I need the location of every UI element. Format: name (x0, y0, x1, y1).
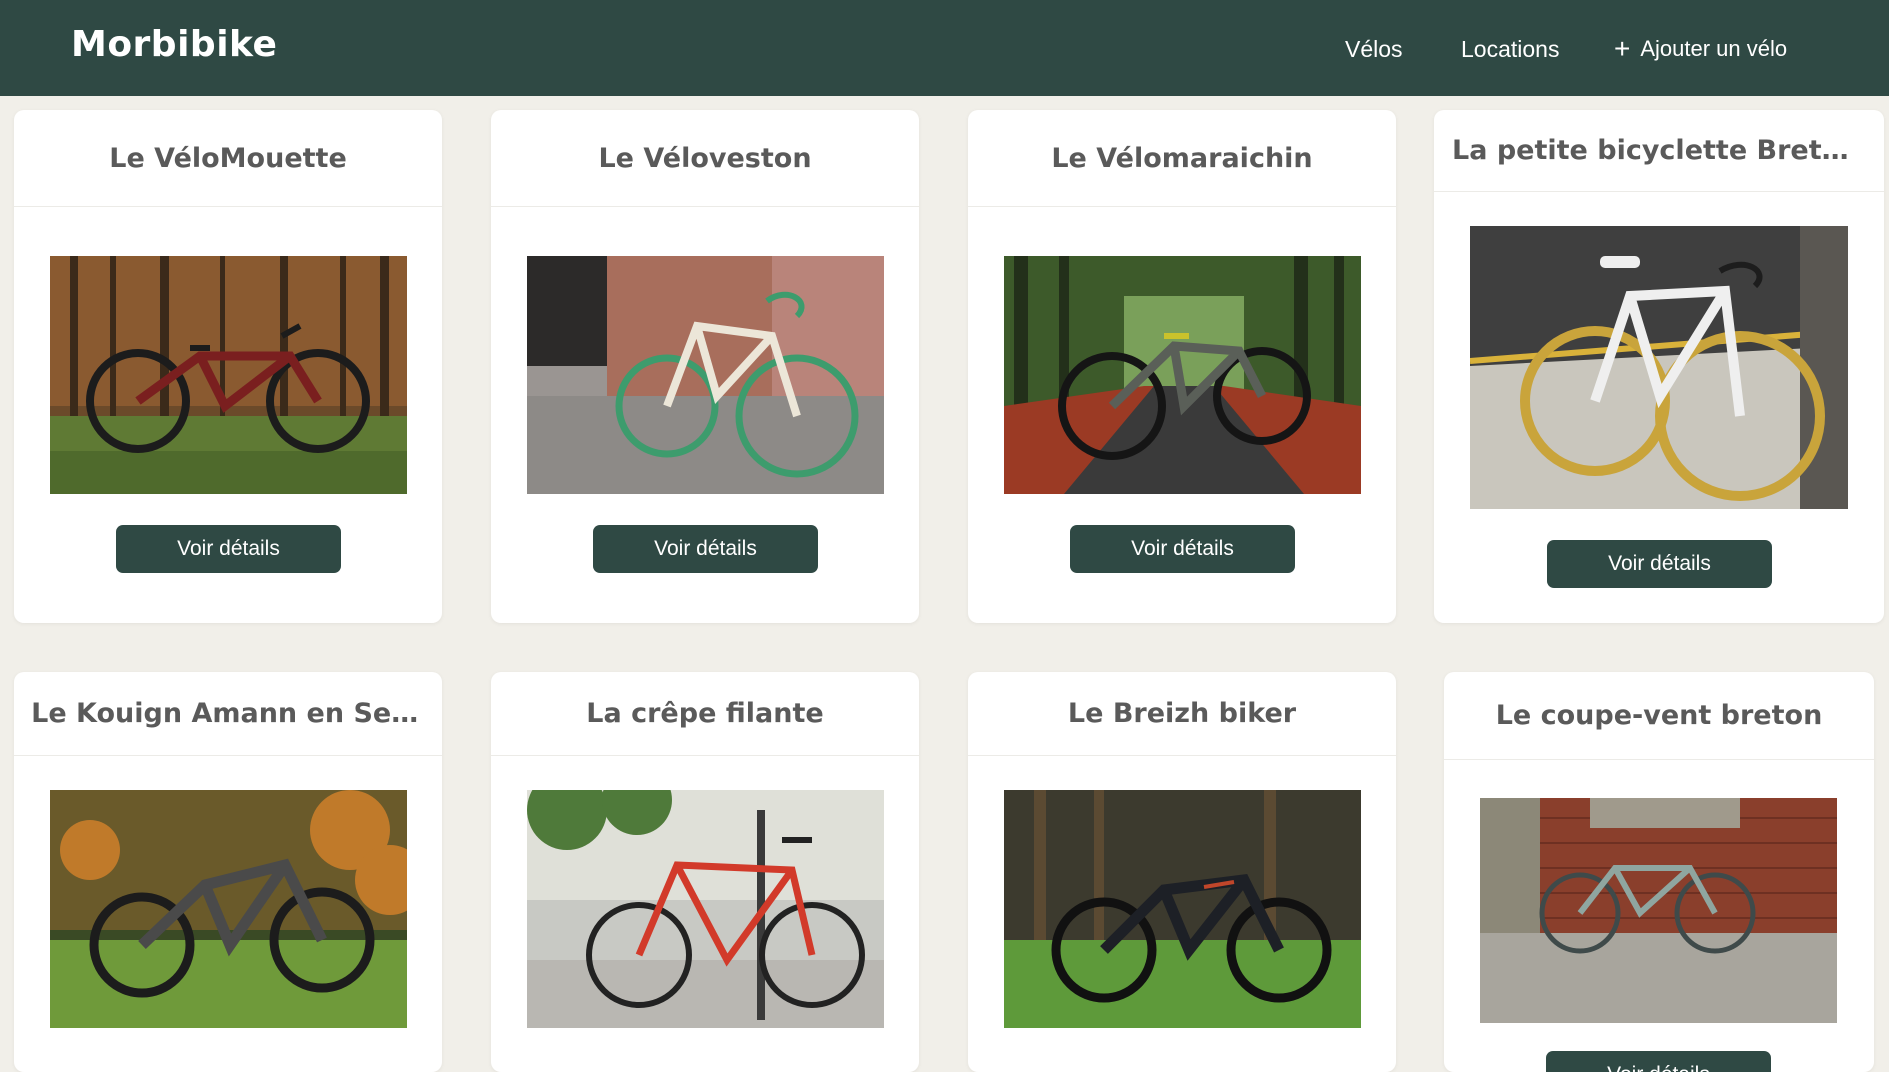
plus-icon: + (1614, 33, 1631, 64)
nav-add-bike-label: Ajouter un vélo (1640, 36, 1788, 61)
bike-card-header: Le VéloMouette (14, 110, 442, 207)
bike-card: Le Vélomaraichin Voir détails (968, 110, 1396, 623)
bike-photo (527, 256, 884, 494)
bike-card-header: La petite bicyclette Bretonne (1434, 110, 1884, 192)
bike-card-header: Le Kouign Amann en Selle (14, 672, 442, 756)
bike-card-header: Le Breizh biker (968, 672, 1396, 756)
bike-photo (1480, 798, 1837, 1023)
nav-add-bike-button[interactable]: + Ajouter un vélo (1614, 33, 1788, 64)
bike-card: Le VéloMouette Voir détails (14, 110, 442, 623)
bike-card-title: La crêpe filante (586, 698, 824, 729)
bike-card-header: Le coupe-vent breton (1444, 672, 1874, 760)
bike-card-header: Le Vélomaraichin (968, 110, 1396, 207)
nav-link-velos[interactable]: Vélos (1345, 36, 1403, 63)
bike-photo (50, 256, 407, 494)
bike-photo (1470, 226, 1848, 509)
bike-photo (527, 790, 884, 1028)
top-navbar: Morbibike Vélos Locations + Ajouter un v… (0, 0, 1889, 96)
bike-card: La petite bicyclette Bretonne Voir détai… (1434, 110, 1884, 623)
bike-card-header: La crêpe filante (491, 672, 919, 756)
bike-card: La crêpe filante (491, 672, 919, 1072)
bike-card-title: Le Vélomaraichin (1051, 142, 1313, 174)
bike-card: Le Breizh biker (968, 672, 1396, 1072)
bike-card: Le Véloveston Voir détails (491, 110, 919, 623)
bike-card-title: Le Kouign Amann en Selle (31, 698, 425, 729)
bike-photo (1004, 790, 1361, 1028)
bike-card-title: La petite bicyclette Bretonne (1452, 135, 1866, 166)
bike-card-title: Le Breizh biker (1067, 698, 1297, 729)
view-details-button[interactable]: Voir détails (1547, 540, 1772, 588)
brand-logo[interactable]: Morbibike (71, 24, 277, 65)
bike-photo (1004, 256, 1361, 494)
bike-card: Le Kouign Amann en Selle (14, 672, 442, 1072)
view-details-button[interactable]: Voir détails (116, 525, 341, 573)
view-details-button[interactable]: Voir détails (593, 525, 818, 573)
bike-photo (50, 790, 407, 1028)
bike-card: Le coupe-vent breton Voir détails (1444, 672, 1874, 1072)
nav-link-locations[interactable]: Locations (1461, 36, 1559, 63)
bike-card-title: Le coupe-vent breton (1495, 700, 1823, 731)
view-details-button[interactable]: Voir détails (1070, 525, 1295, 573)
bike-card-header: Le Véloveston (491, 110, 919, 207)
bike-card-title: Le VéloMouette (109, 142, 347, 174)
view-details-button[interactable]: Voir détails (1546, 1051, 1771, 1072)
bike-card-title: Le Véloveston (598, 142, 812, 174)
